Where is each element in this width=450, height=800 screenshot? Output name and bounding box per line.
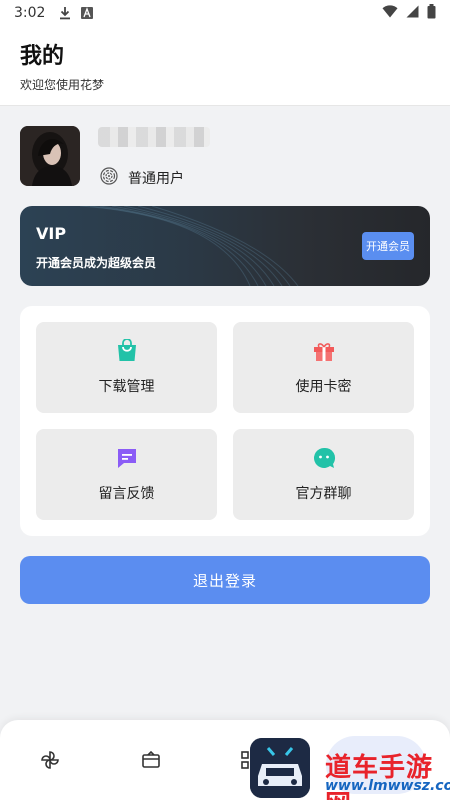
avatar[interactable] bbox=[20, 126, 80, 186]
page-subtitle: 欢迎您使用花梦 bbox=[20, 78, 105, 92]
vip-description: 开通会员成为超级会员 bbox=[36, 256, 157, 270]
logout-button[interactable]: 退出登录 bbox=[20, 556, 430, 604]
battery-icon bbox=[427, 3, 436, 23]
shopping-bag-icon bbox=[114, 338, 140, 364]
vip-banner[interactable]: VIP 开通会员成为超级会员 开通会员 bbox=[20, 206, 430, 286]
official-group-tile[interactable]: 官方群聊 bbox=[233, 429, 414, 520]
user-level: 普通用户 bbox=[100, 167, 184, 189]
watermark-app-icon bbox=[250, 738, 310, 798]
page-header: 我的 欢迎您使用花梦 bbox=[0, 26, 450, 106]
user-level-label: 普通用户 bbox=[128, 171, 184, 187]
official-group-label: 官方群聊 bbox=[295, 486, 352, 502]
fingerprint-icon bbox=[100, 167, 118, 189]
chat-face-icon bbox=[311, 445, 337, 471]
use-card-code-tile[interactable]: 使用卡密 bbox=[233, 322, 414, 413]
watermark-url: www.lmwwsz.com bbox=[325, 778, 450, 794]
use-card-code-label: 使用卡密 bbox=[295, 379, 352, 395]
ticket-icon[interactable] bbox=[139, 748, 163, 772]
wifi-icon bbox=[382, 4, 398, 22]
signal-icon bbox=[406, 5, 419, 22]
feedback-label: 留言反馈 bbox=[98, 486, 155, 502]
status-time: 3:02 bbox=[14, 5, 46, 21]
feedback-tile[interactable]: 留言反馈 bbox=[36, 429, 217, 520]
vip-title: VIP bbox=[36, 224, 67, 243]
feature-grid: 下载管理 使用卡密 留言反馈 官方群聊 bbox=[20, 306, 430, 536]
pinwheel-icon[interactable] bbox=[38, 748, 62, 772]
status-bar: 3:02 bbox=[0, 0, 450, 26]
gift-icon bbox=[311, 338, 337, 364]
page-title: 我的 bbox=[20, 44, 65, 69]
text-a-icon bbox=[81, 7, 94, 19]
open-vip-button[interactable]: 开通会员 bbox=[362, 232, 414, 260]
username-blurred bbox=[98, 127, 210, 147]
download-management-label: 下载管理 bbox=[98, 379, 155, 395]
download-management-tile[interactable]: 下载管理 bbox=[36, 322, 217, 413]
download-icon bbox=[59, 6, 71, 20]
message-icon bbox=[114, 445, 140, 471]
